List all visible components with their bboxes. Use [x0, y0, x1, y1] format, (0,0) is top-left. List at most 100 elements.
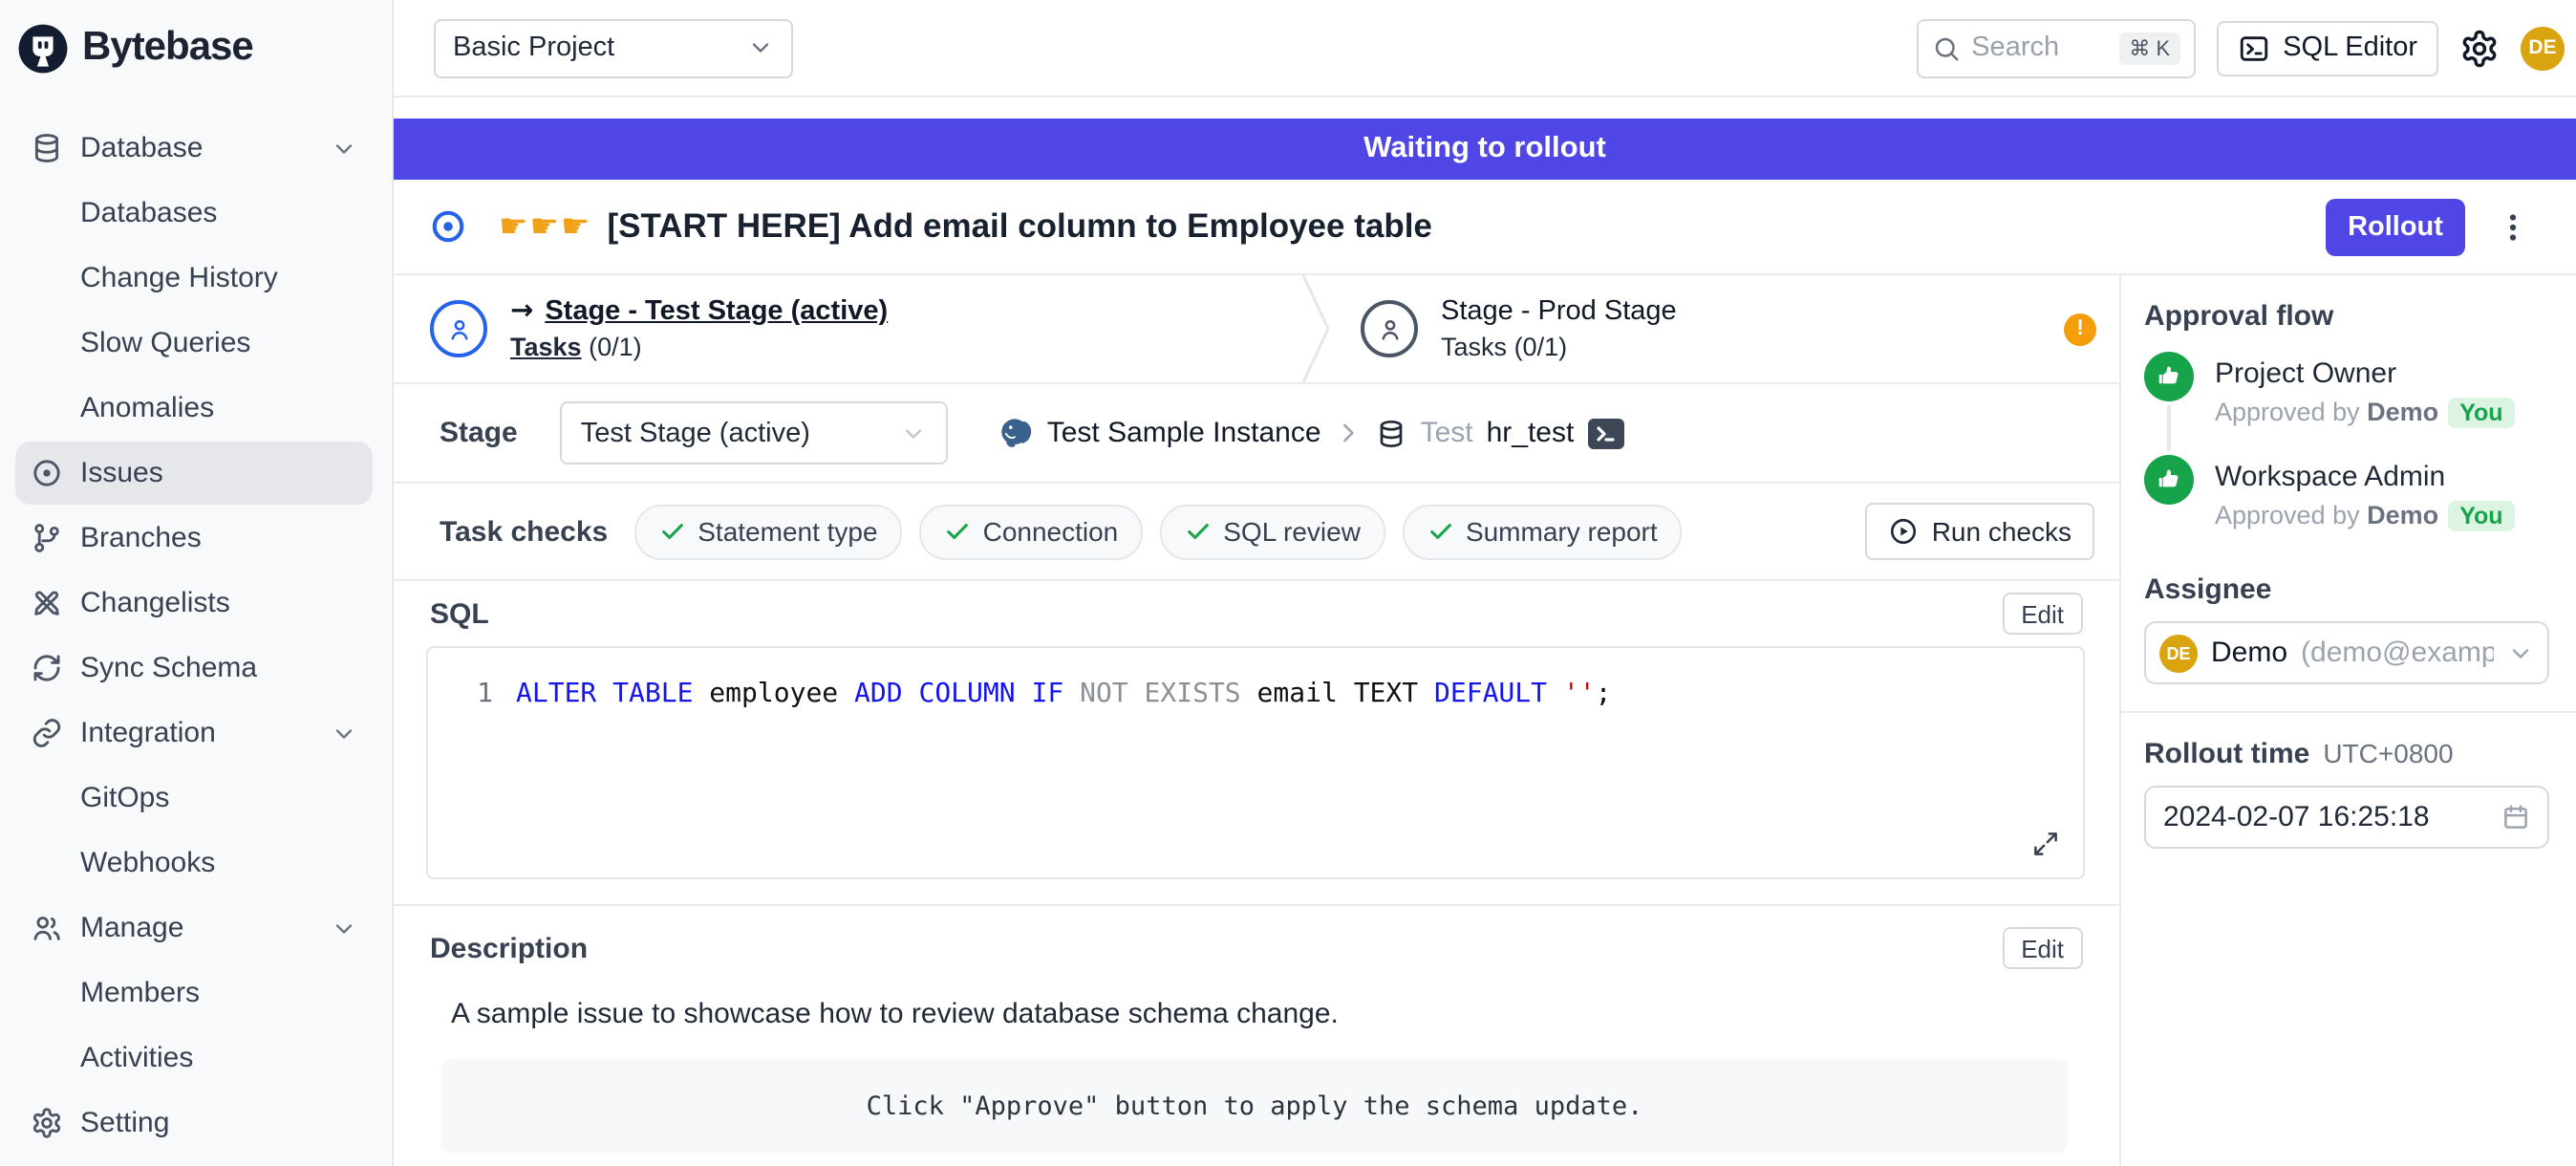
- instance-link[interactable]: Test Sample Instance: [1047, 417, 1321, 449]
- approval-step-workspace-admin: Workspace AdminApproved by DemoYou: [2144, 455, 2549, 558]
- current-stage-arrow-icon: →: [510, 296, 533, 327]
- stage-prod[interactable]: Stage - Prod Stage Tasks (0/1) !: [1330, 275, 2119, 382]
- status-banner: Waiting to rollout: [394, 119, 2576, 180]
- sidebar-item-activities[interactable]: Activities: [15, 1026, 373, 1090]
- check-icon: [1428, 518, 1454, 545]
- search-shortcut-badge: ⌘ K: [2119, 32, 2179, 64]
- description-label: Description: [430, 932, 588, 964]
- changelist-icon: [31, 587, 63, 619]
- sidebar-item-webhooks[interactable]: Webhooks: [15, 831, 373, 895]
- main-column: →Stage - Test Stage (active) Tasks (0/1)…: [394, 275, 2119, 1166]
- sidebar-item-issues[interactable]: Issues: [15, 442, 373, 505]
- sidebar-item-label: Issues: [80, 457, 357, 489]
- sidebar-item-manage[interactable]: Manage: [15, 896, 373, 960]
- sql-editor[interactable]: 1 ALTER TABLE employee ADD COLUMN IF NOT…: [426, 646, 2085, 879]
- sidebar-item-integration[interactable]: Integration: [15, 702, 373, 765]
- sql-editor-button[interactable]: SQL Editor: [2216, 20, 2438, 76]
- run-checks-label: Run checks: [1932, 516, 2072, 547]
- sync-icon: [31, 652, 63, 684]
- sidebar-item-label: Setting: [80, 1107, 357, 1139]
- task-check-label: Connection: [983, 516, 1119, 547]
- approval-step-project-owner: Project OwnerApproved by DemoYou: [2144, 352, 2549, 455]
- sidebar-item-database[interactable]: Database: [15, 117, 373, 180]
- task-check-summary-report[interactable]: Summary report: [1403, 504, 1683, 559]
- sidebar-item-label: GitOps: [80, 782, 357, 814]
- approved-thumbs-up-icon: [2144, 455, 2194, 505]
- sidebar-item-label: Webhooks: [80, 847, 357, 879]
- description-text: A sample issue to showcase how to review…: [451, 998, 2083, 1030]
- postgresql-icon: [998, 415, 1034, 451]
- chevron-down-icon: [331, 135, 357, 162]
- chevron-down-icon: [747, 34, 774, 61]
- sidebar-item-members[interactable]: Members: [15, 961, 373, 1025]
- check-icon: [1185, 518, 1212, 545]
- pointing-right-emoji-icon: ☛☛☛: [499, 207, 591, 246]
- description-section: Description Edit A sample issue to showc…: [394, 906, 2119, 1153]
- task-check-label: Summary report: [1466, 516, 1658, 547]
- more-options-icon[interactable]: [2496, 209, 2530, 244]
- task-check-sql-review[interactable]: SQL review: [1160, 504, 1385, 559]
- stage-person-icon: [430, 300, 487, 357]
- stage-separator: [1301, 275, 1330, 382]
- approval-flow-title: Approval flow: [2144, 300, 2549, 333]
- search-input[interactable]: Search ⌘ K: [1916, 18, 2195, 77]
- settings-gear-icon[interactable]: [2459, 28, 2500, 68]
- task-check-pills: Statement type Connection SQL review Summar…: [634, 504, 1682, 559]
- bytebase-app: Bytebase DatabaseDatabasesChange History…: [0, 0, 2576, 1166]
- assignee-select[interactable]: DE Demo (demo@example: [2144, 621, 2549, 684]
- rollout-time-input[interactable]: 2024-02-07 16:25:18: [2144, 786, 2549, 849]
- database-breadcrumb: Test Sample Instance Test hr_test: [998, 415, 1624, 451]
- stage-test-tasks-label: Tasks: [510, 333, 582, 361]
- chevron-down-icon: [331, 720, 357, 746]
- sidebar-item-label: Slow Queries: [80, 327, 357, 359]
- expand-icon[interactable]: [2031, 830, 2060, 858]
- sidebar-item-anomalies[interactable]: Anomalies: [15, 377, 373, 440]
- logo[interactable]: Bytebase: [0, 0, 392, 96]
- sidebar-nav: DatabaseDatabasesChange History Slow Quer…: [0, 96, 392, 1156]
- gear-icon: [31, 1107, 63, 1139]
- stage-test[interactable]: →Stage - Test Stage (active) Tasks (0/1): [394, 275, 1301, 382]
- stage-pipeline: →Stage - Test Stage (active) Tasks (0/1)…: [394, 275, 2119, 384]
- check-icon: [945, 518, 972, 545]
- approval-status: Approved by DemoYou: [2215, 398, 2515, 428]
- stage-select[interactable]: Test Stage (active): [560, 401, 948, 464]
- task-check-statement-type[interactable]: Statement type: [634, 504, 902, 559]
- search-placeholder: Search: [1971, 32, 2108, 63]
- chevron-right-icon: [1335, 419, 1363, 447]
- stage-test-labels: →Stage - Test Stage (active) Tasks (0/1): [510, 296, 888, 361]
- sql-edit-button[interactable]: Edit: [2002, 593, 2083, 635]
- main-area: Basic Project Search ⌘ K SQL Editor DE W…: [394, 0, 2576, 1166]
- you-badge: You: [2448, 501, 2514, 531]
- sidebar: Bytebase DatabaseDatabasesChange History…: [0, 0, 394, 1166]
- rollout-timezone: UTC+0800: [2323, 738, 2453, 768]
- sidebar-item-label: Members: [80, 977, 357, 1009]
- description-edit-button[interactable]: Edit: [2002, 927, 2083, 969]
- environment-label: Test: [1421, 417, 1473, 449]
- sidebar-item-slow-queries[interactable]: Slow Queries: [15, 312, 373, 375]
- sidebar-item-changelists[interactable]: Changelists: [15, 572, 373, 635]
- project-select[interactable]: Basic Project: [434, 18, 793, 77]
- sidebar-item-sync-schema[interactable]: Sync Schema: [15, 637, 373, 700]
- task-check-connection[interactable]: Connection: [920, 504, 1144, 559]
- rollout-button[interactable]: Rollout: [2326, 198, 2465, 255]
- rollout-time-value: 2024-02-07 16:25:18: [2163, 801, 2430, 833]
- rollout-time-title: Rollout time: [2144, 738, 2309, 770]
- users-icon: [31, 912, 63, 944]
- sidebar-item-gitops[interactable]: GitOps: [15, 767, 373, 830]
- issue-status-icon: [430, 208, 466, 245]
- sidebar-item-branches[interactable]: Branches: [15, 507, 373, 570]
- stage-prod-tasks-label: Tasks: [1441, 333, 1507, 361]
- stage-prod-labels: Stage - Prod Stage Tasks (0/1): [1441, 296, 1677, 361]
- database-link[interactable]: hr_test: [1487, 417, 1575, 449]
- sidebar-item-change-history[interactable]: Change History: [15, 247, 373, 310]
- database-icon: [1377, 418, 1407, 448]
- user-avatar[interactable]: DE: [2521, 26, 2565, 70]
- open-sql-editor-icon[interactable]: [1587, 418, 1623, 448]
- topbar: Basic Project Search ⌘ K SQL Editor DE: [394, 0, 2576, 97]
- sidebar-item-setting[interactable]: Setting: [15, 1091, 373, 1155]
- run-checks-button[interactable]: Run checks: [1865, 503, 2094, 560]
- you-badge: You: [2448, 398, 2514, 428]
- play-circle-icon: [1888, 516, 1919, 547]
- sidebar-item-databases[interactable]: Databases: [15, 182, 373, 245]
- approval-steps: Project OwnerApproved by DemoYouWorkspac…: [2144, 352, 2549, 558]
